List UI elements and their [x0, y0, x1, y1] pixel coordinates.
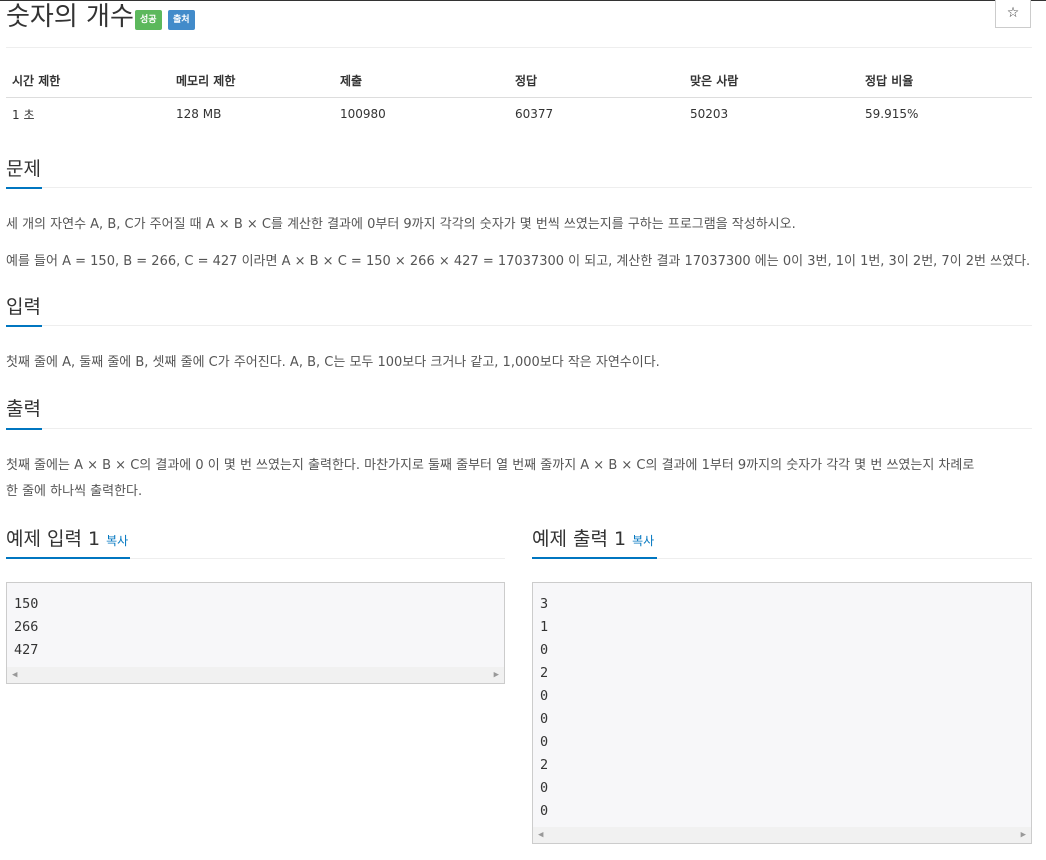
input-paragraph: 첫째 줄에 A, 둘째 줄에 B, 셋째 줄에 C가 주어진다. A, B, C…	[6, 355, 660, 370]
submissions-value[interactable]: 100980	[334, 98, 509, 131]
sample-input-line: 427	[14, 642, 39, 658]
header-divider	[6, 47, 1032, 48]
scroll-right-icon[interactable]: ▶	[1021, 827, 1026, 843]
status-badge-success[interactable]: 성공	[135, 10, 162, 30]
sample-output-line: 0	[540, 780, 549, 796]
sample-input-scrollbar[interactable]: ◀ ▶	[7, 667, 504, 683]
header-accept-ratio: 정답 비율	[859, 64, 1032, 98]
source-badge[interactable]: 출처	[168, 10, 195, 30]
sample-output-line: 0	[540, 642, 549, 658]
sample-input-line: 150	[14, 596, 39, 612]
star-button[interactable]: ☆	[995, 0, 1031, 28]
table-row: 1 초 128 MB 100980 60377 50203 59.915%	[6, 98, 1032, 131]
description-paragraph-1: 세 개의 자연수 A, B, C가 주어질 때 A × B × C를 계산한 결…	[6, 217, 796, 232]
sample-output-line: 3	[540, 596, 549, 612]
sample-output-underline	[532, 557, 657, 559]
sample-output-box[interactable]: 3 1 0 2 0 0 0 2 0 0 ◀ ▶	[532, 582, 1032, 844]
description-divider	[6, 187, 1032, 188]
copy-sample-input-button[interactable]: 복사	[106, 534, 128, 548]
scroll-left-icon[interactable]: ◀	[12, 667, 17, 683]
sample-output-line: 0	[540, 803, 549, 819]
description-title: 문제	[6, 158, 41, 180]
sample-output-line: 0	[540, 688, 549, 704]
sample-input-heading: 예제 입력 1 복사	[6, 525, 128, 555]
sample-output-line: 0	[540, 734, 549, 750]
description-underline	[6, 187, 42, 189]
accept-ratio-value: 59.915%	[865, 107, 919, 121]
sample-input-lines: 150 266 427	[7, 583, 504, 662]
output-divider	[6, 428, 1032, 429]
output-underline	[6, 428, 42, 430]
sample-output-title: 예제 출력 1	[532, 528, 627, 550]
output-paragraph-2: 한 줄에 하나씩 출력한다.	[6, 484, 143, 499]
input-underline	[6, 325, 42, 327]
sample-output-line: 2	[540, 665, 549, 681]
description-paragraph-2: 예를 들어 A = 150, B = 266, C = 427 이라면 A × …	[6, 254, 1031, 269]
header-memory-limit: 메모리 제한	[170, 64, 334, 98]
sample-input-underline	[6, 557, 130, 559]
star-icon: ☆	[1006, 5, 1020, 21]
header-solvers: 맞은 사람	[684, 64, 859, 98]
header-time-limit: 시간 제한	[6, 64, 170, 98]
sample-output-line: 1	[540, 619, 549, 635]
output-paragraph-1: 첫째 줄에는 A × B × C의 결과에 0 이 몇 번 쓰였는지 출력한다.…	[6, 458, 975, 473]
sample-output-heading: 예제 출력 1 복사	[532, 525, 654, 555]
sample-output-lines: 3 1 0 2 0 0 0 2 0 0	[533, 583, 1031, 823]
input-divider	[6, 325, 1032, 326]
copy-sample-output-button[interactable]: 복사	[632, 534, 654, 548]
sample-input-title: 예제 입력 1	[6, 528, 101, 550]
scroll-left-icon[interactable]: ◀	[538, 827, 543, 843]
input-title: 입력	[6, 296, 41, 318]
sample-output-scrollbar[interactable]: ◀ ▶	[533, 827, 1031, 843]
page-title: 숫자의 개수	[6, 2, 134, 32]
problem-info-table: 시간 제한 메모리 제한 제출 정답 맞은 사람 정답 비율 1 초 128 M…	[6, 64, 1032, 130]
time-limit-value: 1 초	[12, 107, 35, 122]
sample-output-line: 0	[540, 711, 549, 727]
table-header-row: 시간 제한 메모리 제한 제출 정답 맞은 사람 정답 비율	[6, 64, 1032, 98]
solvers-value[interactable]: 50203	[684, 98, 859, 131]
output-title: 출력	[6, 398, 41, 420]
sample-input-line: 266	[14, 619, 39, 635]
scroll-right-icon[interactable]: ▶	[494, 667, 499, 683]
accepted-value[interactable]: 60377	[509, 98, 684, 131]
header-accepted: 정답	[509, 64, 684, 98]
sample-output-line: 2	[540, 757, 549, 773]
memory-limit-value: 128 MB	[176, 107, 222, 121]
sample-input-box[interactable]: 150 266 427 ◀ ▶	[6, 582, 505, 684]
header-submissions: 제출	[334, 64, 509, 98]
